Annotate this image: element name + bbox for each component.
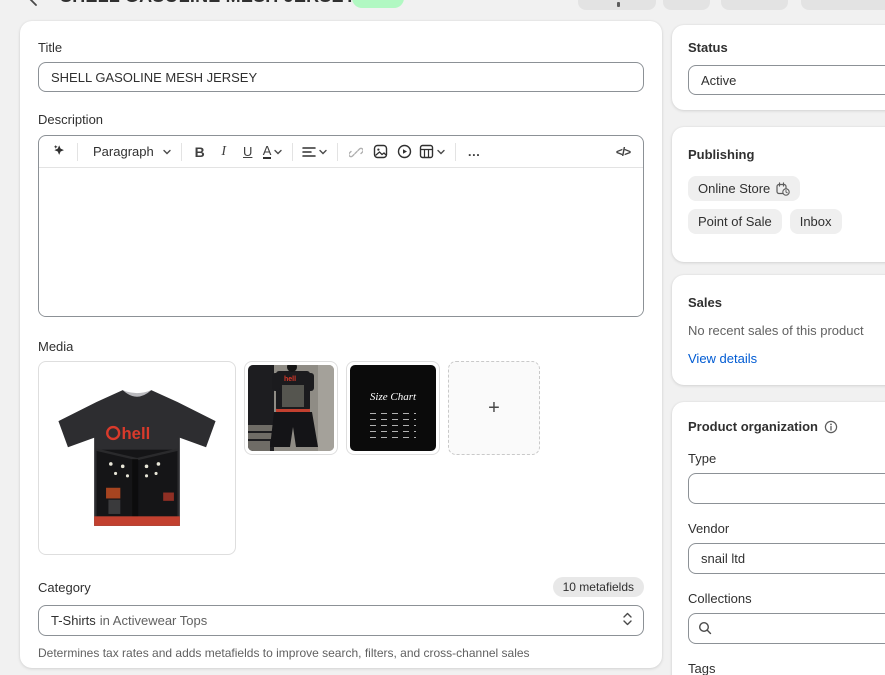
video-icon[interactable] bbox=[392, 140, 416, 164]
header-action-button-3[interactable] bbox=[721, 0, 788, 10]
model-photo: hell bbox=[248, 365, 334, 451]
alignment-button[interactable] bbox=[299, 140, 331, 164]
svg-text:hell: hell bbox=[122, 424, 151, 443]
media-thumbnail-model-photo[interactable]: hell bbox=[244, 361, 338, 455]
channel-label: Inbox bbox=[800, 214, 832, 229]
vendor-input[interactable] bbox=[688, 543, 885, 574]
size-chart-image: Size Chart bbox=[350, 365, 436, 451]
status-value: Active bbox=[701, 73, 736, 88]
category-label: Category bbox=[38, 580, 91, 595]
category-value-secondary: in Activewear Tops bbox=[100, 613, 207, 628]
media-label: Media bbox=[38, 339, 644, 354]
paragraph-style-label: Paragraph bbox=[87, 144, 160, 159]
category-row: Category 10 metafields bbox=[38, 577, 644, 597]
toolbar-divider bbox=[181, 143, 182, 161]
category-value: T-Shirts bbox=[51, 613, 96, 628]
image-icon[interactable] bbox=[368, 140, 392, 164]
collections-field-group: Collections bbox=[688, 591, 885, 644]
metafields-badge[interactable]: 10 metafields bbox=[553, 577, 644, 597]
svg-text:hell: hell bbox=[284, 376, 296, 383]
underline-button[interactable]: U bbox=[236, 140, 260, 164]
size-chart-title: Size Chart bbox=[370, 391, 416, 403]
channel-pill-inbox: Inbox bbox=[790, 209, 842, 234]
header-action-button-4[interactable] bbox=[801, 0, 885, 10]
product-organization-header: Product organization bbox=[688, 419, 885, 434]
bold-button[interactable]: B bbox=[188, 140, 212, 164]
header-action-button-1[interactable] bbox=[578, 0, 656, 10]
toolbar-divider bbox=[292, 143, 293, 161]
tags-label: Tags bbox=[688, 661, 885, 675]
text-color-button[interactable]: A bbox=[260, 140, 287, 164]
select-chevron-icon bbox=[622, 612, 633, 629]
toolbar-divider bbox=[337, 143, 338, 161]
sales-message: No recent sales of this product bbox=[688, 323, 885, 338]
text-color-label: A bbox=[263, 144, 272, 159]
vendor-label: Vendor bbox=[688, 521, 885, 536]
tags-field-group: Tags bbox=[688, 661, 885, 675]
chevron-down-icon bbox=[273, 147, 283, 157]
category-select[interactable]: T-Shirts in Activewear Tops bbox=[38, 605, 644, 636]
sales-label: Sales bbox=[688, 295, 885, 310]
media-thumbnail-size-chart[interactable]: Size Chart bbox=[346, 361, 440, 455]
header-action-button-2[interactable] bbox=[663, 0, 710, 10]
toolbar-divider bbox=[455, 143, 456, 161]
add-media-button[interactable]: + bbox=[448, 361, 540, 455]
channel-pill-point-of-sale: Point of Sale bbox=[688, 209, 782, 234]
paragraph-style-dropdown[interactable]: Paragraph bbox=[84, 140, 175, 164]
back-button[interactable] bbox=[26, 0, 44, 8]
table-button[interactable] bbox=[416, 140, 449, 164]
publishing-card: Publishing Online Store Point of Sale In… bbox=[672, 127, 885, 262]
title-input[interactable] bbox=[38, 62, 644, 92]
description-editor: Paragraph B I U A bbox=[38, 135, 644, 317]
type-input[interactable] bbox=[688, 473, 885, 504]
chevron-down-icon bbox=[436, 147, 446, 157]
media-grid: hell bbox=[38, 361, 644, 555]
channel-label: Online Store bbox=[698, 181, 770, 196]
product-organization-card: Product organization Type Vendor Collect… bbox=[672, 402, 885, 675]
sales-card: Sales No recent sales of this product Vi… bbox=[672, 275, 885, 385]
status-label: Status bbox=[688, 40, 885, 55]
publishing-channels: Online Store Point of Sale Inbox bbox=[688, 176, 885, 234]
title-label: Title bbox=[38, 40, 644, 55]
type-label: Type bbox=[688, 451, 885, 466]
product-detail-page: SHELL GASOLINE MESH JERSEY Title Descrip… bbox=[0, 0, 885, 675]
chevron-down-icon bbox=[162, 147, 172, 157]
type-field-group: Type bbox=[688, 451, 885, 504]
plus-icon: + bbox=[488, 397, 500, 420]
magic-text-icon[interactable] bbox=[47, 140, 71, 164]
view-details-link[interactable]: View details bbox=[688, 351, 757, 366]
description-label: Description bbox=[38, 112, 644, 127]
category-helper-text: Determines tax rates and adds metafields… bbox=[38, 646, 644, 660]
italic-button[interactable]: I bbox=[212, 140, 236, 164]
collections-label: Collections bbox=[688, 591, 885, 606]
button-icon bbox=[617, 2, 620, 7]
table-icon bbox=[419, 144, 434, 159]
size-chart-table bbox=[370, 413, 416, 439]
media-thumbnail-product-front[interactable]: hell bbox=[38, 361, 236, 555]
editor-toolbar: Paragraph B I U A bbox=[39, 136, 643, 168]
channel-pill-online-store: Online Store bbox=[688, 176, 800, 201]
align-left-icon bbox=[302, 146, 316, 158]
page-title: SHELL GASOLINE MESH JERSEY bbox=[60, 0, 356, 7]
status-badge bbox=[352, 0, 404, 8]
info-icon[interactable] bbox=[824, 420, 838, 434]
description-textarea[interactable] bbox=[39, 168, 643, 317]
link-icon[interactable] bbox=[344, 140, 368, 164]
search-icon bbox=[698, 621, 712, 640]
product-organization-label: Product organization bbox=[688, 419, 818, 434]
vendor-field-group: Vendor bbox=[688, 521, 885, 574]
channel-label: Point of Sale bbox=[698, 214, 772, 229]
product-details-card: Title Description Paragraph B I U A bbox=[20, 21, 662, 668]
publishing-label: Publishing bbox=[688, 147, 885, 162]
toolbar-divider bbox=[77, 143, 78, 161]
chevron-down-icon bbox=[318, 147, 328, 157]
tshirt-photo: hell bbox=[52, 383, 222, 533]
status-card: Status Active bbox=[672, 25, 885, 110]
status-select[interactable]: Active bbox=[688, 65, 885, 95]
more-options-button[interactable]: … bbox=[462, 140, 486, 164]
collections-search-input[interactable] bbox=[688, 613, 885, 644]
code-view-button[interactable]: </> bbox=[611, 140, 635, 164]
calendar-clock-icon bbox=[776, 182, 790, 196]
